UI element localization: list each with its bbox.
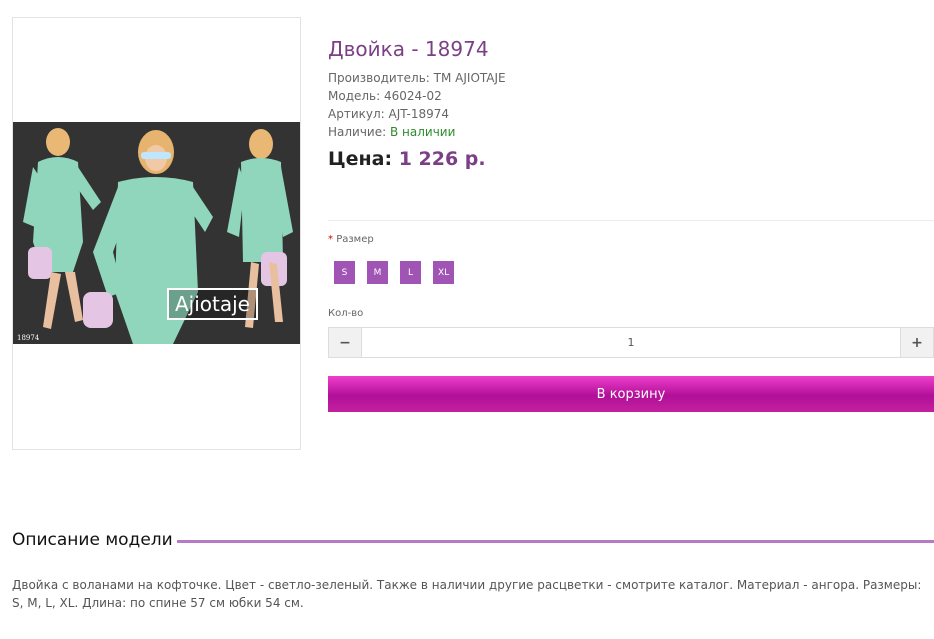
quantity-input[interactable]: [361, 328, 901, 357]
image-article-mark: 18974: [17, 334, 40, 342]
description-title-underline: [177, 540, 934, 543]
sku-value: AJT-18974: [388, 107, 449, 121]
availability-value: В наличии: [390, 125, 456, 139]
manufacturer-row: Производитель: ТМ AJIOTAJE: [328, 69, 506, 87]
required-mark: *: [328, 234, 333, 245]
description-text: Двойка с воланами на кофточке. Цвет - св…: [12, 578, 922, 610]
divider: [328, 220, 934, 221]
price-value: 1 226 р.: [398, 148, 486, 170]
size-option-xl[interactable]: XL: [433, 261, 455, 284]
size-options: S M L XL: [334, 261, 455, 284]
quantity-stepper: − +: [328, 327, 934, 358]
model-value: 46024-02: [384, 89, 442, 103]
model-row: Модель: 46024-02: [328, 87, 506, 105]
availability-row: Наличие: В наличии: [328, 123, 506, 141]
product-title: Двойка - 18974: [328, 37, 489, 61]
product-photo[interactable]: Ajiotaje 18974: [13, 122, 300, 344]
quantity-label: Кол-во: [328, 308, 364, 319]
size-option-m[interactable]: M: [367, 261, 388, 284]
sku-row: Артикул: AJT-18974: [328, 105, 506, 123]
size-option-s[interactable]: S: [334, 261, 355, 284]
sku-label: Артикул:: [328, 107, 385, 121]
manufacturer-label: Производитель:: [328, 71, 430, 85]
description-title: Описание модели: [12, 530, 173, 550]
quantity-decrease-button[interactable]: −: [329, 328, 361, 357]
model-label: Модель:: [328, 89, 381, 103]
size-option-l[interactable]: L: [400, 261, 421, 284]
price: Цена: 1 226 р.: [328, 148, 486, 170]
size-label-text: Размер: [336, 234, 374, 245]
quantity-increase-button[interactable]: +: [901, 328, 933, 357]
product-image-frame[interactable]: Ajiotaje 18974: [12, 17, 301, 450]
price-label: Цена:: [328, 148, 393, 170]
add-to-cart-button[interactable]: В корзину: [328, 376, 934, 412]
brand-watermark: Ajiotaje: [167, 288, 258, 320]
product-info: Производитель: ТМ AJIOTAJE Модель: 46024…: [328, 69, 506, 141]
size-label: * Размер: [328, 234, 374, 245]
availability-label: Наличие:: [328, 125, 387, 139]
manufacturer-value[interactable]: ТМ AJIOTAJE: [434, 71, 506, 85]
